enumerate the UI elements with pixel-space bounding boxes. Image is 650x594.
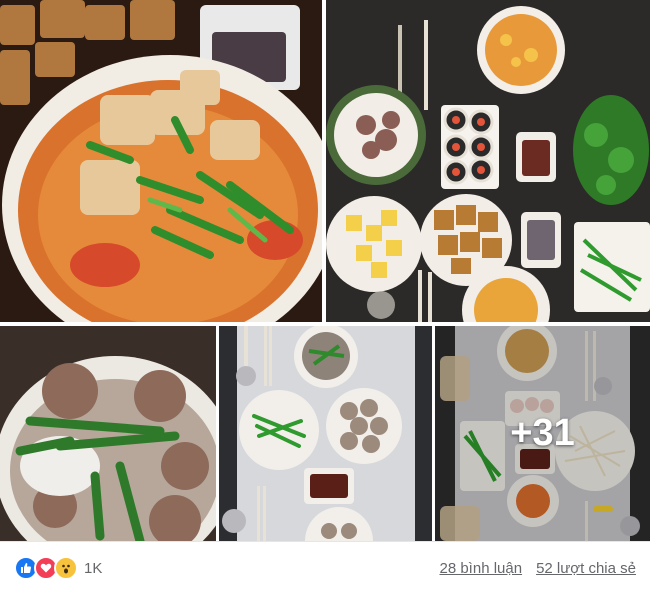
- photo-5[interactable]: +31: [435, 326, 650, 541]
- comments-link[interactable]: 28 bình luận: [439, 560, 522, 577]
- photo-1[interactable]: [0, 0, 322, 322]
- photo-1-image: [0, 0, 322, 322]
- reactions-summary[interactable]: 1K: [14, 556, 102, 580]
- shares-link[interactable]: 52 lượt chia sẻ: [536, 560, 636, 577]
- photo-4[interactable]: [219, 326, 432, 541]
- photo-3[interactable]: [0, 326, 216, 541]
- more-photos-overlay[interactable]: +31: [435, 326, 650, 541]
- photo-grid: +31: [0, 0, 650, 541]
- photo-2-image: [326, 0, 650, 322]
- photo-2[interactable]: [326, 0, 650, 322]
- post-stats: 28 bình luận 52 lượt chia sẻ: [439, 560, 636, 577]
- reaction-icons: [14, 556, 78, 580]
- photo-4-image: [219, 326, 432, 541]
- photo-3-image: [0, 326, 216, 541]
- more-photos-count: +31: [510, 412, 575, 454]
- wow-icon: [54, 556, 78, 580]
- reaction-count: 1K: [84, 559, 103, 577]
- post-footer: 1K 28 bình luận 52 lượt chia sẻ: [0, 541, 650, 594]
